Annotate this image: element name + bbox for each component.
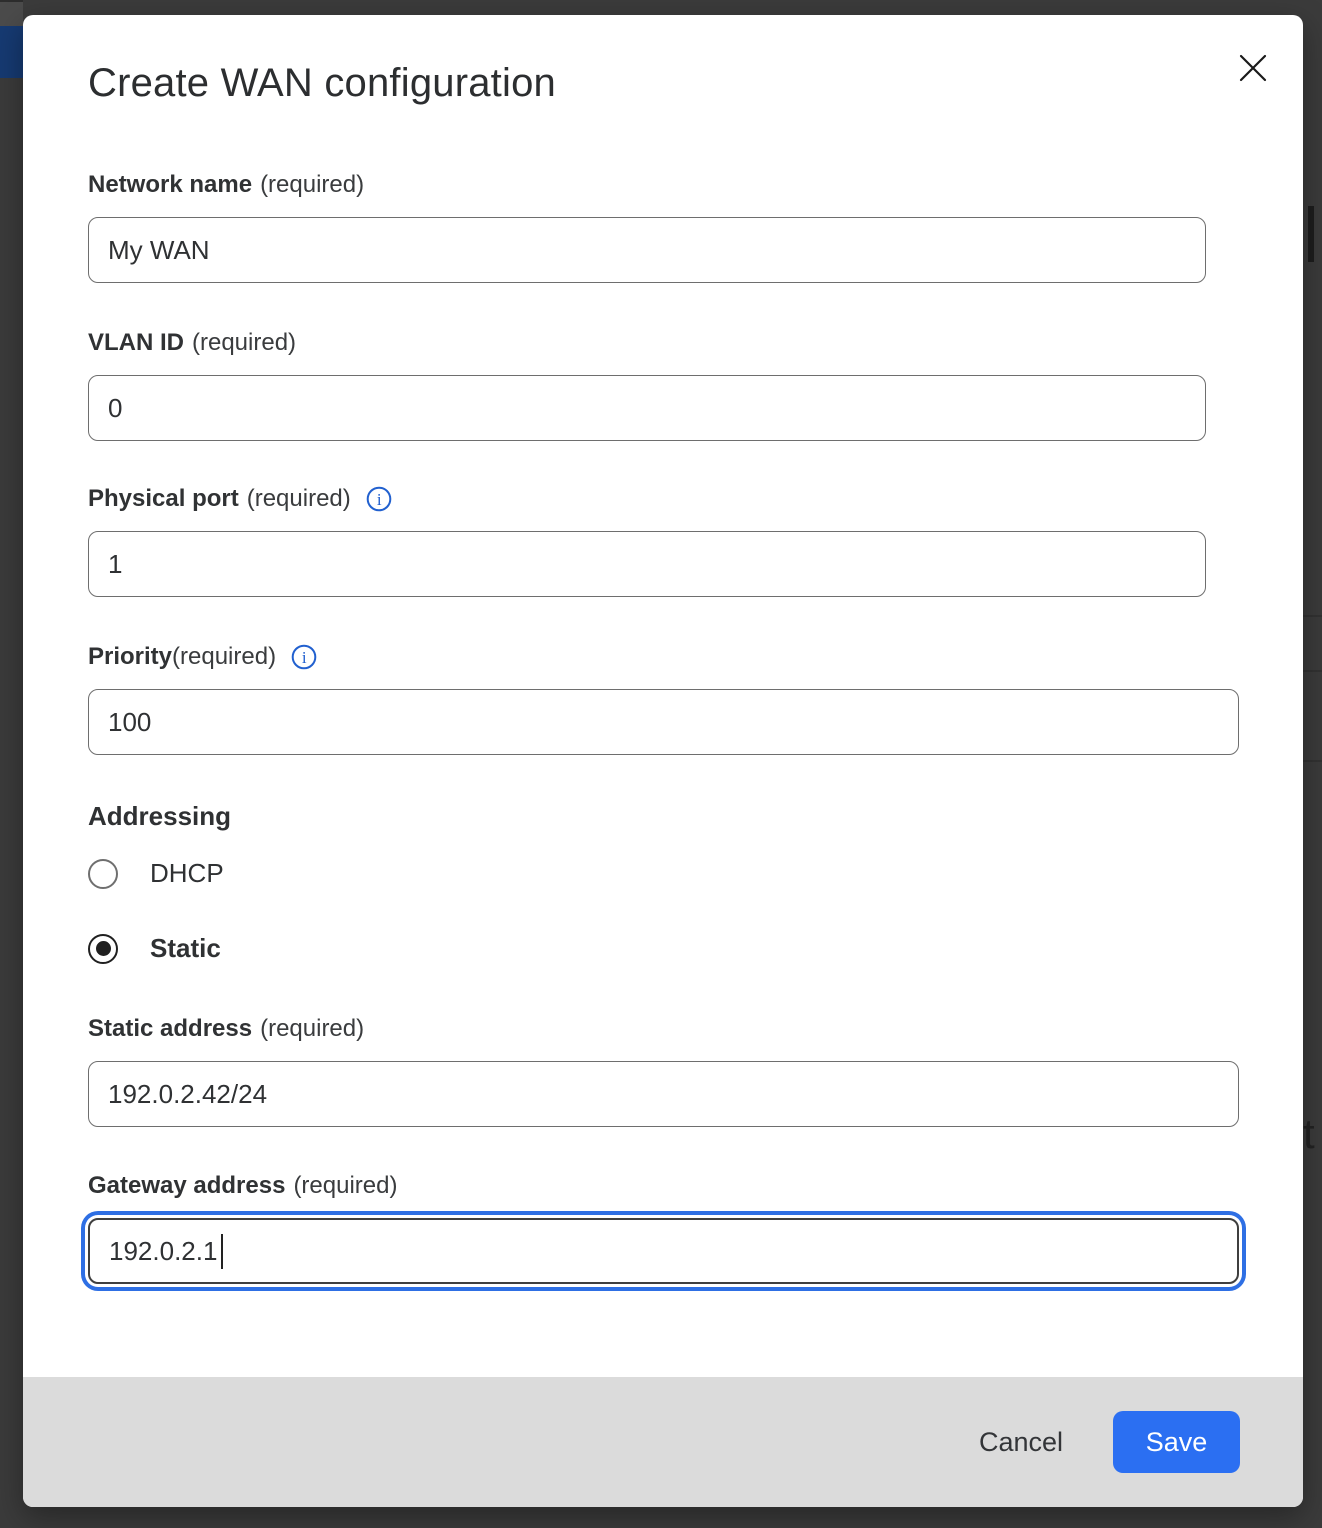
backdrop-text-fragment: [1308, 206, 1314, 262]
backdrop-text-fragment: g: [0, 0, 23, 56]
cancel-button[interactable]: Cancel: [979, 1427, 1063, 1458]
backdrop-text-fragment: t: [1303, 1110, 1322, 1158]
dialog-title: Create WAN configuration: [88, 59, 1239, 107]
backdrop-text-fragment: u: [2, 0, 23, 40]
static-address-label: Static address (required): [88, 1014, 1239, 1044]
required-text: (required): [247, 484, 351, 514]
static-address-group: Static address (required): [88, 1014, 1239, 1127]
svg-text:i: i: [377, 490, 382, 509]
vlan-id-input[interactable]: [88, 375, 1206, 441]
radio-dhcp-label: DHCP: [150, 858, 224, 889]
label-text: Network name: [88, 170, 252, 200]
backdrop-divider: [0, 0, 23, 2]
required-text: (required): [293, 1171, 397, 1201]
backdrop-blue-button-edge: [0, 0, 23, 78]
required-text: (required): [260, 1014, 364, 1044]
gateway-address-label: Gateway address (required): [88, 1171, 1239, 1201]
label-text: Priority: [88, 642, 172, 672]
label-text: VLAN ID: [88, 328, 184, 358]
network-name-group: Network name (required): [88, 170, 1239, 283]
physical-port-label: Physical port (required) i: [88, 484, 1239, 514]
info-icon[interactable]: i: [366, 486, 392, 512]
gateway-address-input[interactable]: [88, 1218, 1239, 1284]
dialog-footer: Cancel Save: [23, 1377, 1303, 1507]
priority-group: Priority (required) i: [88, 642, 1239, 755]
info-icon[interactable]: i: [291, 644, 317, 670]
create-wan-dialog: Create WAN configuration Network name (r…: [23, 15, 1303, 1507]
network-name-input[interactable]: [88, 217, 1206, 283]
backdrop-divider: [1303, 760, 1322, 762]
required-text: (required): [260, 170, 364, 200]
svg-text:i: i: [302, 648, 307, 667]
radio-unselected-icon: [88, 859, 118, 889]
text-cursor: [221, 1234, 223, 1269]
backdrop-row-edge: [0, 0, 23, 26]
vlan-id-group: VLAN ID (required): [88, 328, 1239, 441]
addressing-heading: Addressing: [88, 800, 1239, 832]
label-text: Static address: [88, 1014, 252, 1044]
radio-selected-icon: [88, 934, 118, 964]
radio-static[interactable]: Static: [88, 933, 1239, 964]
backdrop-divider: [0, 0, 23, 2]
physical-port-group: Physical port (required) i: [88, 484, 1239, 597]
label-text: Gateway address: [88, 1171, 285, 1201]
priority-label: Priority (required) i: [88, 642, 1239, 672]
static-address-input[interactable]: [88, 1061, 1239, 1127]
label-text: Physical port: [88, 484, 239, 514]
radio-dot: [96, 941, 111, 956]
gateway-address-group: Gateway address (required): [88, 1171, 1239, 1284]
backdrop-divider: [1303, 615, 1322, 617]
save-button[interactable]: Save: [1113, 1411, 1240, 1473]
required-text: (required): [172, 642, 276, 672]
priority-input[interactable]: [88, 689, 1239, 755]
radio-dhcp[interactable]: DHCP: [88, 858, 1239, 889]
network-name-label: Network name (required): [88, 170, 1239, 200]
radio-static-label: Static: [150, 933, 221, 964]
required-text: (required): [192, 328, 296, 358]
physical-port-input[interactable]: [88, 531, 1206, 597]
vlan-id-label: VLAN ID (required): [88, 328, 1239, 358]
backdrop-divider: [1303, 670, 1322, 672]
